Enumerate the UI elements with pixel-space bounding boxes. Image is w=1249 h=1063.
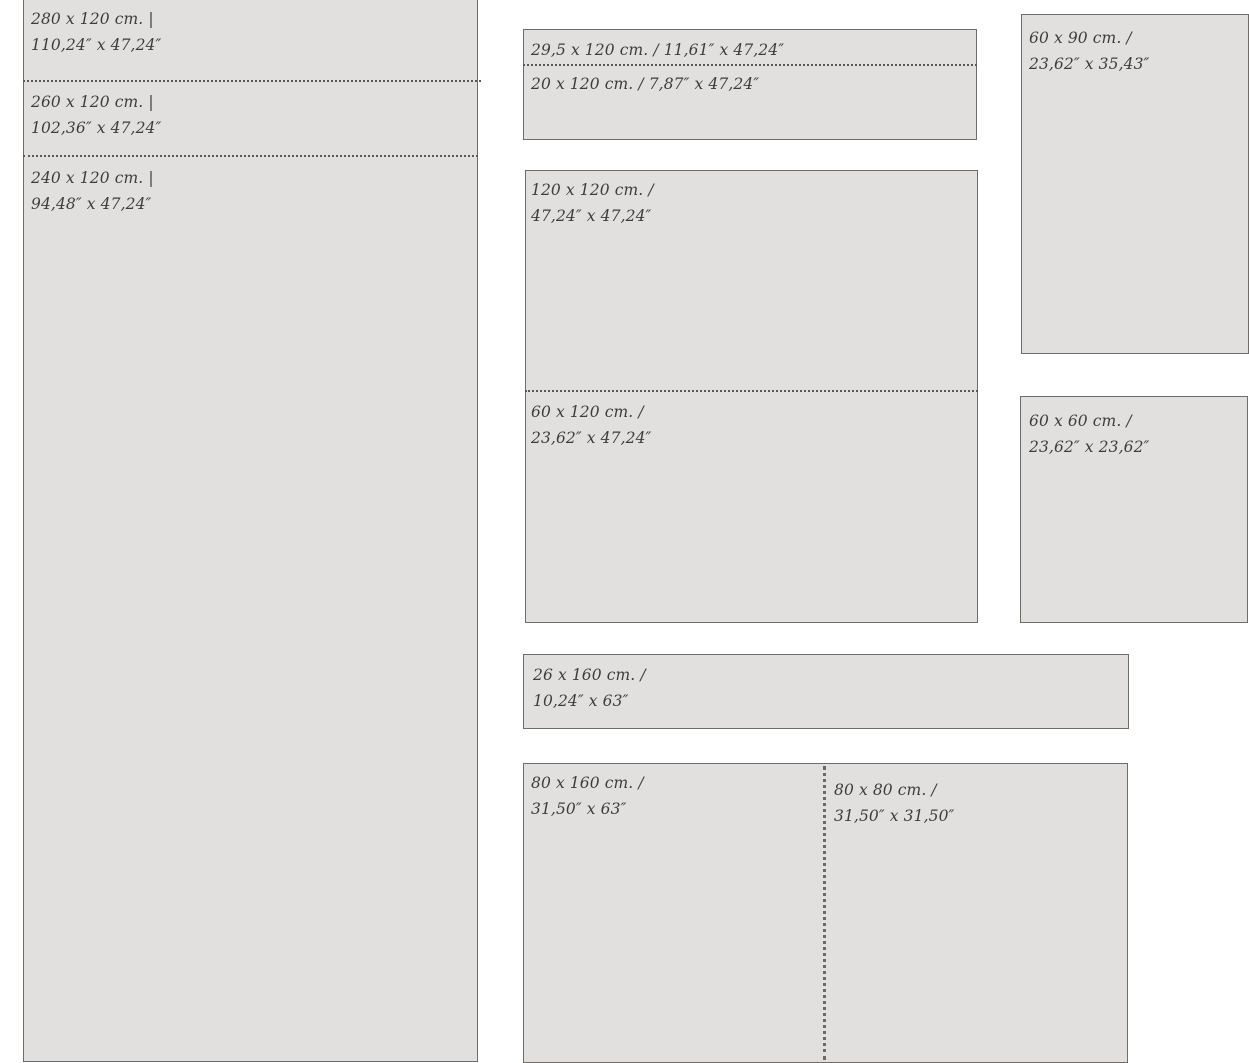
- label-20x120-text: 20 x 120 cm. / 7,87″ x 47,24″: [531, 75, 760, 93]
- label-260x120-in: 102,36″ x 47,24″: [31, 119, 162, 137]
- panel-120x120: [525, 170, 978, 623]
- label-26x160: 26 x 160 cm. / 10,24″ x 63″: [533, 662, 646, 714]
- label-60x90: 60 x 90 cm. / 23,62″ x 35,43″: [1029, 25, 1149, 77]
- label-280x120: 280 x 120 cm. | 110,24″ x 47,24″: [31, 6, 161, 58]
- label-80x160-in: 31,50″ x 63″: [531, 800, 627, 818]
- label-26x160-in: 10,24″ x 63″: [533, 692, 629, 710]
- label-120x120: 120 x 120 cm. / 47,24″ x 47,24″: [531, 177, 654, 229]
- divider-29-5-20: [523, 64, 977, 66]
- label-80x80: 80 x 80 cm. / 31,50″ x 31,50″: [834, 777, 954, 829]
- label-60x120: 60 x 120 cm. / 23,62″ x 47,24″: [531, 399, 651, 451]
- label-240x120-in: 94,48″ x 47,24″: [31, 195, 152, 213]
- label-60x60-in: 23,62″ x 23,62″: [1029, 438, 1150, 456]
- label-60x90-in: 23,62″ x 35,43″: [1029, 55, 1150, 73]
- label-120x120-in: 47,24″ x 47,24″: [531, 207, 652, 225]
- label-20x120: 20 x 120 cm. / 7,87″ x 47,24″: [531, 71, 759, 97]
- label-260x120-cm: 260 x 120 cm. |: [31, 93, 154, 111]
- label-80x160-cm: 80 x 160 cm. /: [531, 774, 644, 792]
- label-60x60-cm: 60 x 60 cm. /: [1029, 412, 1132, 430]
- label-60x120-in: 23,62″ x 47,24″: [531, 429, 652, 447]
- label-26x160-cm: 26 x 160 cm. /: [533, 666, 646, 684]
- label-120x120-cm: 120 x 120 cm. /: [531, 181, 654, 199]
- label-240x120-cm: 240 x 120 cm. |: [31, 169, 154, 187]
- label-80x80-in: 31,50″ x 31,50″: [834, 807, 955, 825]
- panel-280x120: [23, 0, 478, 1062]
- label-80x80-cm: 80 x 80 cm. /: [834, 781, 937, 799]
- label-60x60: 60 x 60 cm. / 23,62″ x 23,62″: [1029, 408, 1149, 460]
- label-80x160: 80 x 160 cm. / 31,50″ x 63″: [531, 770, 644, 822]
- divider-260-240: [23, 155, 478, 157]
- label-280x120-in: 110,24″ x 47,24″: [31, 36, 162, 54]
- label-60x120-cm: 60 x 120 cm. /: [531, 403, 644, 421]
- label-60x90-cm: 60 x 90 cm. /: [1029, 29, 1132, 47]
- label-29-5x120-text: 29,5 x 120 cm. / 11,61″ x 47,24″: [531, 41, 785, 59]
- label-260x120: 260 x 120 cm. | 102,36″ x 47,24″: [31, 89, 161, 141]
- divider-280-260: [23, 80, 481, 82]
- label-240x120: 240 x 120 cm. | 94,48″ x 47,24″: [31, 165, 154, 217]
- label-280x120-cm: 280 x 120 cm. |: [31, 10, 154, 28]
- divider-80-80: [823, 766, 826, 1060]
- label-29-5x120: 29,5 x 120 cm. / 11,61″ x 47,24″: [531, 37, 784, 63]
- divider-120-60: [525, 390, 978, 392]
